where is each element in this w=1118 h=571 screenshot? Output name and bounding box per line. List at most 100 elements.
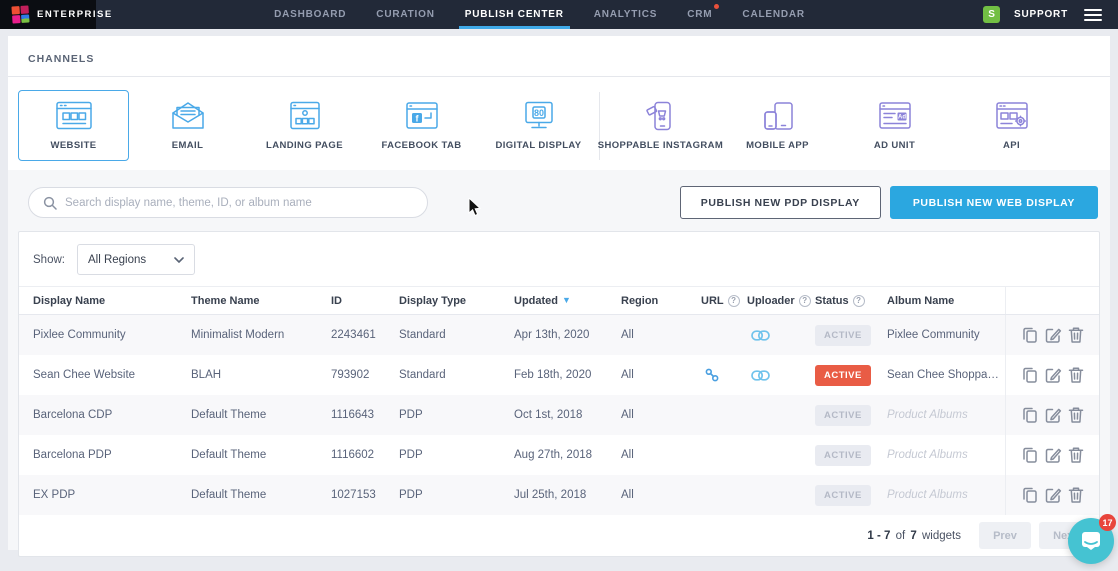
search-input[interactable] <box>65 197 413 209</box>
row-actions <box>1005 395 1099 435</box>
cell-status: ACTIVE <box>815 365 887 386</box>
nav-item-curation[interactable]: CURATION <box>376 0 434 29</box>
channel-tile-digital-display[interactable]: 80DIGITAL DISPLAY <box>480 90 597 161</box>
support-link[interactable]: SUPPORT <box>1014 9 1068 20</box>
pagination-unit: widgets <box>922 530 961 542</box>
uploader-link-icon[interactable] <box>751 330 770 341</box>
edit-display-button[interactable] <box>1044 446 1062 464</box>
table-row[interactable]: Barcelona CDPDefault Theme1116643PDPOct … <box>19 395 1099 435</box>
column-header-updated[interactable]: Updated ▼ <box>514 295 621 307</box>
nav-item-calendar[interactable]: CALENDAR <box>742 0 805 29</box>
url-link-icon[interactable] <box>705 368 719 382</box>
digital-display-icon: 80 <box>519 100 559 132</box>
status-badge: ACTIVE <box>815 365 871 386</box>
search-box[interactable] <box>28 187 428 218</box>
website-icon <box>54 100 94 132</box>
table-row[interactable]: Sean Chee WebsiteBLAH793902StandardFeb 1… <box>19 355 1099 395</box>
publish-new-pdp-display-button[interactable]: PUBLISH NEW PDP DISPLAY <box>680 186 881 219</box>
user-avatar[interactable]: S <box>983 6 1000 23</box>
copy-display-button[interactable] <box>1021 446 1038 464</box>
pagination-row: 1 - 7 of 7 widgets Prev Next <box>19 515 1099 556</box>
api-icon <box>992 100 1032 132</box>
row-actions <box>1005 435 1099 475</box>
delete-display-button[interactable] <box>1068 406 1084 424</box>
channel-tile-landing-page[interactable]: LANDING PAGE <box>246 90 363 161</box>
column-header-status: Status? <box>815 295 887 307</box>
copy-display-button[interactable] <box>1021 326 1038 344</box>
table-row[interactable]: Pixlee Community Minimalist Modern2243461… <box>19 315 1099 355</box>
cell-uploader[interactable] <box>747 370 815 381</box>
copy-display-button[interactable] <box>1021 366 1038 384</box>
cell-updated: Apr 13th, 2020 <box>514 329 621 341</box>
help-icon[interactable]: ? <box>728 295 740 307</box>
ad-unit-icon: Ad <box>875 100 915 132</box>
channel-tile-email[interactable]: EMAIL <box>129 90 246 161</box>
delete-display-button[interactable] <box>1068 446 1084 464</box>
help-icon[interactable]: ? <box>799 295 811 307</box>
cell-album-name: Pixlee Community <box>887 329 1005 341</box>
help-icon[interactable]: ? <box>853 295 865 307</box>
cell-status: ACTIVE <box>815 405 887 426</box>
channel-tile-ad-unit[interactable]: Ad AD UNIT <box>836 90 953 161</box>
edit-display-button[interactable] <box>1044 406 1062 424</box>
delete-display-button[interactable] <box>1068 486 1084 504</box>
edit-display-button[interactable] <box>1044 366 1062 384</box>
cell-album-name: Sean Chee Shoppable ... <box>887 369 1005 381</box>
column-header-album-name: Album Name <box>887 295 1005 307</box>
topbar-right-group: S SUPPORT <box>983 0 1118 29</box>
channel-tile-website[interactable]: WEBSITE <box>18 90 129 161</box>
column-header-label: Display Type <box>399 295 466 307</box>
table-row[interactable]: Barcelona PDPDefault Theme1116602PDPAug … <box>19 435 1099 475</box>
cell-display-name: Barcelona PDP <box>33 449 191 461</box>
channel-tile-facebook-tab[interactable]: fFACEBOOK TAB <box>363 90 480 161</box>
status-badge: ACTIVE <box>815 445 871 466</box>
landing-page-icon <box>285 100 325 132</box>
chat-launcher-button[interactable]: 17 <box>1068 518 1114 564</box>
cell-status: ACTIVE <box>815 445 887 466</box>
brand-logo[interactable]: ENTERPRISE <box>0 0 96 29</box>
copy-display-button[interactable] <box>1021 486 1038 504</box>
cell-uploader[interactable] <box>747 330 815 341</box>
delete-display-button[interactable] <box>1068 366 1084 384</box>
channel-tile-api[interactable]: API <box>953 90 1070 161</box>
column-header-id: ID <box>331 295 399 307</box>
column-header-actions <box>1005 287 1099 314</box>
column-header-label: Region <box>621 295 658 307</box>
facebook-tab-icon: f <box>402 100 442 132</box>
cell-id: 793902 <box>331 369 399 381</box>
primary-nav: DASHBOARD CURATION PUBLISH CENTER ANALYTICS… <box>96 0 983 29</box>
channel-label: EMAIL <box>172 140 204 151</box>
column-header-display-name: Display Name <box>33 295 191 307</box>
publish-new-web-display-button[interactable]: PUBLISH NEW WEB DISPLAY <box>890 186 1098 219</box>
main-content: CHANNELS WEBSITEEMAILLANDING PAGEfFACEBO… <box>8 36 1110 550</box>
cell-theme-name: BLAH <box>191 369 331 381</box>
copy-display-button[interactable] <box>1021 406 1038 424</box>
uploader-link-icon[interactable] <box>751 370 770 381</box>
channel-label: LANDING PAGE <box>266 140 343 151</box>
cell-theme-name: Minimalist Modern <box>191 329 331 341</box>
notification-dot <box>714 4 719 9</box>
nav-item-publish-center[interactable]: PUBLISH CENTER <box>465 0 564 29</box>
region-filter-select[interactable]: All Regions <box>77 244 195 275</box>
prev-page-button[interactable]: Prev <box>979 522 1031 549</box>
cell-url[interactable] <box>701 368 747 382</box>
table-row[interactable]: EX PDPDefault Theme1027153PDPJul 25th, 2… <box>19 475 1099 515</box>
channel-tile-mobile-app[interactable]: MOBILE APP <box>719 90 836 161</box>
nav-item-crm[interactable]: CRM <box>687 0 712 29</box>
sort-descending-icon[interactable]: ▼ <box>562 296 571 305</box>
edit-display-button[interactable] <box>1044 486 1062 504</box>
channel-label: AD UNIT <box>874 140 915 151</box>
channel-tile-shoppable-instagram[interactable]: SHOPPABLE INSTAGRAM <box>602 90 719 161</box>
column-header-label: Uploader <box>747 295 795 307</box>
nav-item-dashboard[interactable]: DASHBOARD <box>274 0 346 29</box>
cell-status: ACTIVE <box>815 485 887 506</box>
column-header-label: Updated <box>514 295 558 307</box>
delete-display-button[interactable] <box>1068 326 1084 344</box>
cell-theme-name: Default Theme <box>191 489 331 501</box>
nav-item-analytics[interactable]: ANALYTICS <box>594 0 658 29</box>
channels-row: WEBSITE EMAIL LANDING PAGE fFACEBOOK TAB80D… <box>8 77 1110 175</box>
publish-center-page: ENTERPRISE DASHBOARD CURATION PUBLISH CENT… <box>0 0 1118 571</box>
hamburger-menu-icon[interactable] <box>1082 5 1104 25</box>
edit-display-button[interactable] <box>1044 326 1062 344</box>
cell-id: 2243461 <box>331 329 399 341</box>
